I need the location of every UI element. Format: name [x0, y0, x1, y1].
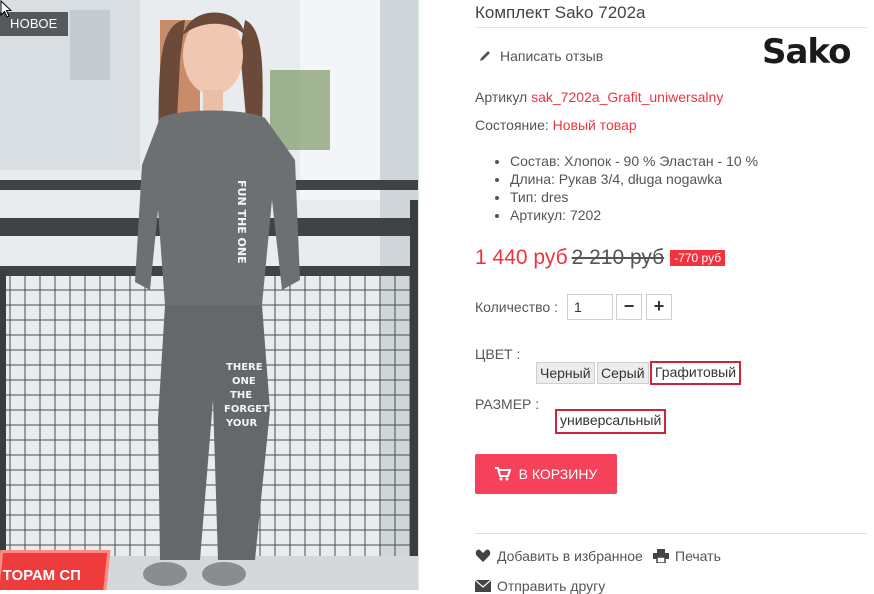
feature-item: Длина: Рукав 3/4, długa nogawka	[510, 170, 758, 188]
add-to-wishlist-link[interactable]: Добавить в избранное	[475, 548, 643, 564]
svg-text:THERE: THERE	[226, 362, 263, 373]
cart-icon	[494, 467, 511, 481]
price-old: 2 210 руб	[571, 246, 665, 269]
print-link[interactable]: Печать	[653, 548, 721, 564]
add-to-cart-label: В КОРЗИНУ	[518, 466, 598, 482]
svg-text:THE: THE	[230, 390, 252, 401]
promo-banner[interactable]: ТОРАМ СП	[0, 550, 111, 590]
feature-item: Тип: dres	[510, 188, 758, 206]
article-row: Артикул sak_7202a_Grafit_uniwersalny	[475, 89, 723, 105]
product-title: Комплект Sako 7202a	[475, 3, 646, 22]
color-option-black[interactable]: Черный	[536, 362, 595, 384]
feature-list: Состав: Хлопок - 90 % Эластан - 10 % Дли…	[492, 152, 758, 224]
price-current: 1 440 руб	[475, 246, 568, 269]
send-to-friend-label: Отправить другу	[497, 578, 606, 594]
quantity-input[interactable]	[567, 294, 613, 320]
svg-text:ONE: ONE	[232, 376, 256, 387]
promo-banner-text: ТОРАМ СП	[2, 567, 81, 584]
condition-row: Состояние: Новый товар	[475, 117, 637, 133]
feature-item: Состав: Хлопок - 90 % Эластан - 10 %	[510, 152, 758, 170]
title-divider	[475, 27, 867, 28]
product-photo-illustration: FUN THE ONE THERE ONE THE FORGET YOUR	[0, 0, 418, 590]
send-to-friend-link[interactable]: Отправить другу	[475, 578, 605, 594]
quantity-label: Количество :	[475, 299, 558, 315]
price-block: 1 440 руб 2 210 руб -770 руб	[475, 246, 726, 270]
pencil-icon	[480, 51, 490, 61]
brand-logo[interactable]: Sako	[762, 34, 866, 70]
quantity-decrease-button[interactable]: −	[616, 294, 642, 320]
svg-text:FUN THE ONE: FUN THE ONE	[235, 180, 248, 264]
envelope-icon	[475, 580, 491, 592]
color-option-graphite[interactable]: Графитовый	[650, 361, 742, 385]
actions-divider	[475, 533, 867, 534]
condition-value: Новый товар	[552, 117, 637, 133]
svg-text:FORGET: FORGET	[224, 404, 269, 415]
add-to-cart-button[interactable]: В КОРЗИНУ	[475, 454, 617, 494]
discount-badge: -770 руб	[670, 250, 726, 266]
article-value: sak_7202a_Grafit_uniwersalny	[531, 89, 724, 105]
write-review-link[interactable]: Написать отзыв	[478, 48, 603, 64]
print-label: Печать	[675, 548, 721, 564]
wishlist-label: Добавить в избранное	[497, 548, 643, 564]
color-option-gray[interactable]: Серый	[597, 362, 649, 384]
size-label: РАЗМЕР :	[475, 396, 540, 412]
size-option-universal[interactable]: универсальный	[555, 409, 667, 434]
svg-text:YOUR: YOUR	[225, 418, 258, 429]
color-label: ЦВЕТ :	[475, 346, 521, 362]
article-label: Артикул	[475, 89, 528, 105]
write-review-label: Написать отзыв	[500, 48, 604, 64]
condition-label: Состояние:	[475, 117, 549, 133]
printer-icon	[653, 549, 669, 563]
product-image[interactable]: FUN THE ONE THERE ONE THE FORGET YOUR НО…	[0, 0, 419, 590]
heart-icon	[475, 549, 491, 562]
quantity-increase-button[interactable]: +	[646, 294, 672, 320]
feature-item: Артикул: 7202	[510, 206, 758, 224]
mouse-cursor-icon	[0, 0, 12, 18]
